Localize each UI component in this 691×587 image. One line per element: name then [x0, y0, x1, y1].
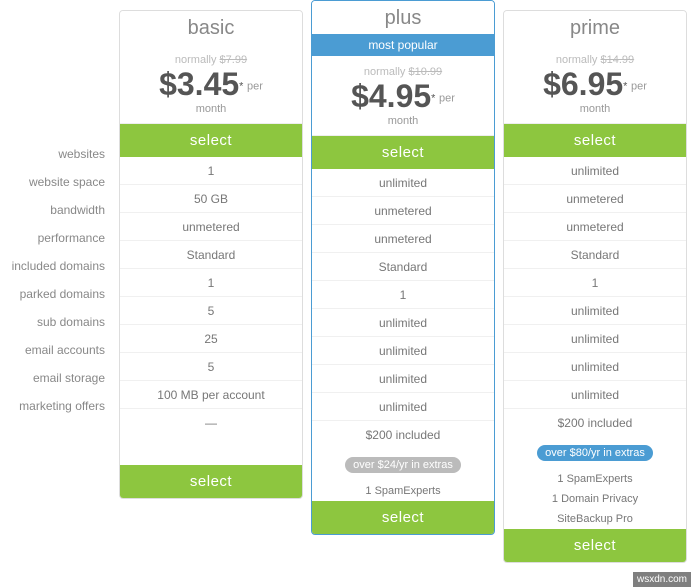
- labels-column: websites website space bandwidth perform…: [0, 10, 115, 420]
- basic-website-space: 50 GB: [120, 185, 302, 213]
- wsxdn-watermark: wsxdn.com: [633, 572, 691, 587]
- plus-email-accounts: unlimited: [312, 365, 494, 393]
- plus-email-storage: unlimited: [312, 393, 494, 421]
- basic-plan-title: basic: [120, 11, 302, 44]
- plus-website-space: unmetered: [312, 197, 494, 225]
- plus-marketing: $200 included: [312, 421, 494, 449]
- plus-parked-domains: unlimited: [312, 309, 494, 337]
- plus-data: unlimited unmetered unmetered Standard 1…: [312, 169, 494, 449]
- plus-websites: unlimited: [312, 169, 494, 197]
- label-marketing-offers: marketing offers: [0, 392, 115, 420]
- basic-marketing: —: [120, 409, 302, 437]
- plus-price-box: normally $10.99 $4.95* per month: [312, 56, 494, 136]
- plan-plus: plus most popular normally $10.99 $4.95*…: [311, 0, 495, 535]
- plan-prime: prime normally $14.99 $6.95* per month s…: [503, 10, 687, 563]
- plus-select-top[interactable]: select: [312, 136, 494, 169]
- prime-per: per: [631, 81, 647, 93]
- prime-extra-1: 1 SpamExperts: [504, 469, 686, 489]
- label-websites: websites: [0, 140, 115, 168]
- plus-included-domains: 1: [312, 281, 494, 309]
- plus-bandwidth: unmetered: [312, 225, 494, 253]
- prime-plan-title: prime: [504, 11, 686, 44]
- prime-normally: normally $14.99: [504, 54, 686, 66]
- basic-parked-domains: 5: [120, 297, 302, 325]
- basic-bandwidth: unmetered: [120, 213, 302, 241]
- basic-sub-domains: 25: [120, 325, 302, 353]
- basic-price-suffix: *: [239, 81, 243, 93]
- plus-sub-domains: unlimited: [312, 337, 494, 365]
- basic-normally: normally $7.99: [120, 54, 302, 66]
- plus-month: month: [312, 115, 494, 127]
- basic-email-accounts: 5: [120, 353, 302, 381]
- prime-marketing: $200 included: [504, 409, 686, 437]
- basic-included-domains: 1: [120, 269, 302, 297]
- basic-performance: Standard: [120, 241, 302, 269]
- label-email-storage: email storage: [0, 364, 115, 392]
- basic-price-box: normally $7.99 $3.45* per month: [120, 44, 302, 124]
- basic-websites: 1: [120, 157, 302, 185]
- most-popular-badge: most popular: [312, 34, 494, 56]
- prime-month: month: [504, 103, 686, 115]
- plus-extra-1: 1 SpamExperts: [312, 481, 494, 501]
- prime-email-accounts: unlimited: [504, 353, 686, 381]
- prime-select-bottom[interactable]: select: [504, 529, 686, 562]
- plus-extras-badge: over $24/yr in extras: [345, 457, 461, 473]
- prime-websites: unlimited: [504, 157, 686, 185]
- label-bandwidth: bandwidth: [0, 196, 115, 224]
- plan-basic: basic normally $7.99 $3.45* per month se…: [119, 10, 303, 499]
- prime-sub-domains: unlimited: [504, 325, 686, 353]
- basic-select-bottom[interactable]: select: [120, 465, 302, 498]
- plus-plan-title: plus: [312, 1, 494, 34]
- label-performance: performance: [0, 224, 115, 252]
- basic-month: month: [120, 103, 302, 115]
- plus-price-suffix: *: [431, 93, 435, 105]
- label-parked-domains: parked domains: [0, 280, 115, 308]
- basic-per: per: [247, 81, 263, 93]
- basic-data: 1 50 GB unmetered Standard 1 5 25 5 100 …: [120, 157, 302, 437]
- basic-email-storage: 100 MB per account: [120, 381, 302, 409]
- prime-data: unlimited unmetered unmetered Standard 1…: [504, 157, 686, 437]
- prime-extra-3: SiteBackup Pro: [504, 509, 686, 529]
- prime-price-suffix: *: [623, 81, 627, 93]
- label-included-domains: included domains: [0, 252, 115, 280]
- plus-per: per: [439, 93, 455, 105]
- pricing-table: websites website space bandwidth perform…: [0, 0, 691, 563]
- label-website-space: website space: [0, 168, 115, 196]
- prime-parked-domains: unlimited: [504, 297, 686, 325]
- plus-select-bottom[interactable]: select: [312, 501, 494, 534]
- prime-price-box: normally $14.99 $6.95* per month: [504, 44, 686, 124]
- prime-price: $6.95: [543, 66, 623, 102]
- label-email-accounts: email accounts: [0, 336, 115, 364]
- basic-select-top[interactable]: select: [120, 124, 302, 157]
- prime-performance: Standard: [504, 241, 686, 269]
- prime-email-storage: unlimited: [504, 381, 686, 409]
- prime-bandwidth: unmetered: [504, 213, 686, 241]
- basic-price: $3.45: [159, 66, 239, 102]
- prime-included-domains: 1: [504, 269, 686, 297]
- prime-extra-2: 1 Domain Privacy: [504, 489, 686, 509]
- plus-performance: Standard: [312, 253, 494, 281]
- prime-select-top[interactable]: select: [504, 124, 686, 157]
- plus-price: $4.95: [351, 78, 431, 114]
- prime-website-space: unmetered: [504, 185, 686, 213]
- prime-extras-badge: over $80/yr in extras: [537, 445, 653, 461]
- label-sub-domains: sub domains: [0, 308, 115, 336]
- plus-normally: normally $10.99: [312, 66, 494, 78]
